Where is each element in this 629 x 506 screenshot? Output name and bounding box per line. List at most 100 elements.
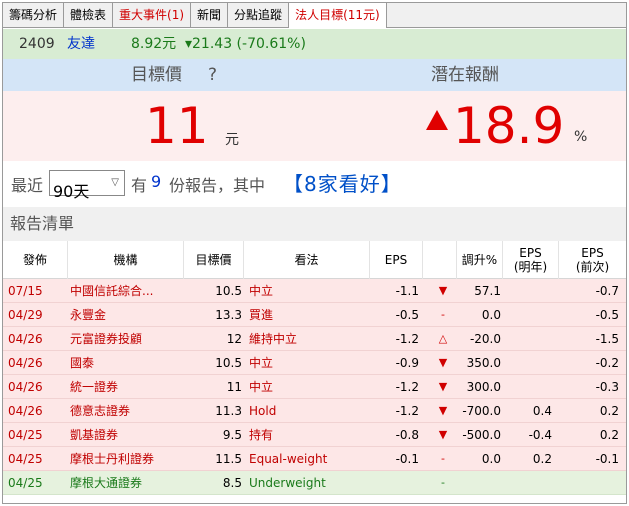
summary-values: 11 元 18.9 % <box>3 91 626 161</box>
period-selected-value: 90天 <box>53 182 90 201</box>
row-org[interactable]: 凱基證券 <box>70 423 182 447</box>
tab-institutional-target[interactable]: 法人目標(11元) <box>289 3 387 28</box>
row-view: Equal-weight <box>249 452 328 466</box>
row-adjust-pct: 0.0 <box>481 452 501 466</box>
row-date: 04/26 <box>8 356 43 370</box>
row-adjust-pct: 0.0 <box>481 308 501 322</box>
row-adjust-pct: 57.1 <box>474 284 501 298</box>
row-eps-prev: 0.2 <box>599 428 619 442</box>
row-eps-next <box>506 471 552 495</box>
row-date: 04/26 <box>8 380 43 394</box>
row-date: 04/26 <box>8 404 43 418</box>
col-eps[interactable]: EPS <box>370 241 423 279</box>
row-org[interactable]: 國泰 <box>70 351 182 375</box>
tab-branch-tracking[interactable]: 分點追蹤 <box>228 3 290 27</box>
row-eps-next <box>506 279 552 303</box>
row-adjust-pct: -700.0 <box>462 404 501 418</box>
row-target-price: 11.3 <box>215 404 242 418</box>
row-eps-prev: 0.2 <box>599 404 619 418</box>
table-row[interactable]: 04/26 德意志證券 11.3 Hold -1.2 ▼ -700.0 0.4 0.2 <box>3 399 626 423</box>
row-adjust-pct: 300.0 <box>466 380 501 394</box>
row-target-price: 11.5 <box>215 452 242 466</box>
bullish-count: 【8家看好】 <box>283 172 402 196</box>
row-org[interactable]: 摩根大通證券 <box>70 471 182 495</box>
row-org[interactable]: 德意志證券 <box>70 399 182 423</box>
row-adjust-pct <box>455 471 501 495</box>
row-eps: -0.8 <box>395 428 419 442</box>
help-icon[interactable]: ? <box>208 59 217 91</box>
table-row[interactable]: 04/26 國泰 10.5 中立 -0.9 ▼ 350.0 -0.2 <box>3 351 626 375</box>
tab-major-events[interactable]: 重大事件(1) <box>113 3 192 27</box>
tab-chip-analysis[interactable]: 籌碼分析 <box>3 3 65 27</box>
col-arrow <box>423 241 457 279</box>
table-row[interactable]: 04/26 統一證券 11 中立 -1.2 ▼ 300.0 -0.3 <box>3 375 626 399</box>
row-org[interactable]: 中國信託綜合... <box>70 279 182 303</box>
row-view: 買進 <box>249 308 274 322</box>
tab-bar: 籌碼分析 體檢表 重大事件(1) 新聞 分點追蹤 法人目標(11元) <box>3 3 626 28</box>
row-date: 04/25 <box>8 476 43 490</box>
potential-return-value: 18.9 <box>453 97 565 155</box>
row-org[interactable]: 摩根士丹利證券 <box>70 447 182 471</box>
tab-news[interactable]: 新聞 <box>191 3 229 27</box>
potential-return-unit: % <box>574 129 588 145</box>
table-row[interactable]: 04/25 凱基證券 9.5 持有 -0.8 ▼ -500.0 -0.4 0.2 <box>3 423 626 447</box>
table-header: 發佈 機構 目標價 看法 EPS 調升% EPS (明年) EPS (前次) <box>3 241 626 279</box>
report-list-title: 報告清單 <box>3 207 626 241</box>
row-date: 07/15 <box>8 284 43 298</box>
row-view: 中立 <box>249 380 274 394</box>
stock-price: 8.92元 <box>131 36 177 52</box>
table-row[interactable]: 04/29 永豐金 13.3 買進 -0.5-0.0 -0.5 <box>3 303 626 327</box>
row-target-price: 12 <box>226 332 242 346</box>
col-eps-prev[interactable]: EPS (前次) <box>559 241 626 279</box>
target-price-label: 目標價 <box>131 65 182 85</box>
row-target-price: 10.5 <box>215 356 242 370</box>
row-date: 04/25 <box>8 428 43 442</box>
stock-name-link[interactable]: 友達 <box>67 29 95 59</box>
stock-quote-bar: 2409 友達 8.92元 ▾21.43 (-70.61%) <box>3 29 626 59</box>
target-price-value: 11 <box>145 97 209 155</box>
row-eps-next: 0.4 <box>532 404 552 418</box>
period-prefix: 最近 <box>11 176 44 195</box>
row-eps: -1.1 <box>395 284 419 298</box>
row-org[interactable]: 統一證券 <box>70 375 182 399</box>
row-eps: -0.1 <box>395 452 419 466</box>
app-window: 籌碼分析 體檢表 重大事件(1) 新聞 分點追蹤 法人目標(11元) 2409 … <box>2 2 627 504</box>
row-eps-prev: -0.7 <box>595 284 619 298</box>
table-row[interactable]: 07/15 中國信託綜合... 10.5 中立 -1.1 ▼ 57.1 -0.7 <box>3 279 626 303</box>
potential-return-label: 潛在報酬 <box>431 65 499 85</box>
target-price-unit: 元 <box>225 132 239 148</box>
period-select[interactable]: 90天 ▽ <box>49 170 125 201</box>
row-eps-next <box>506 303 552 327</box>
report-table: 發佈 機構 目標價 看法 EPS 調升% EPS (明年) EPS (前次) 0… <box>3 241 626 495</box>
period-filter: 最近 90天 ▽ 有 9 份報告，其中 【8家看好】 <box>3 163 626 203</box>
chevron-down-icon: ▽ <box>111 177 119 188</box>
col-eps-next[interactable]: EPS (明年) <box>503 241 559 279</box>
row-target-price: 9.5 <box>222 428 242 442</box>
row-eps-prev: -0.3 <box>595 380 619 394</box>
row-view: 持有 <box>249 428 274 442</box>
row-view: 維持中立 <box>249 332 298 346</box>
row-target-price: 13.3 <box>215 308 242 322</box>
row-eps-next <box>506 375 552 399</box>
table-row[interactable]: 04/25 摩根大通證券 8.5 Underweight - <box>3 471 626 495</box>
row-eps: -1.2 <box>395 332 419 346</box>
row-eps-next <box>506 327 552 351</box>
row-date: 04/29 <box>8 308 43 322</box>
col-date[interactable]: 發佈 <box>3 241 68 279</box>
row-org[interactable]: 元富證券投顧 <box>70 327 182 351</box>
report-count: 9 <box>151 172 162 191</box>
col-target[interactable]: 目標價 <box>184 241 244 279</box>
row-eps: -1.2 <box>395 380 419 394</box>
row-org[interactable]: 永豐金 <box>70 303 182 327</box>
col-org[interactable]: 機構 <box>68 241 184 279</box>
tab-health-check[interactable]: 體檢表 <box>64 3 114 27</box>
period-middle-text: 有 <box>131 176 148 195</box>
table-row[interactable]: 04/26 元富證券投顧 12 維持中立 -1.2 △ -20.0 -1.5 <box>3 327 626 351</box>
col-adj[interactable]: 調升% <box>457 241 503 279</box>
row-view: Hold <box>249 404 277 418</box>
row-eps-next <box>506 351 552 375</box>
table-row[interactable]: 04/25 摩根士丹利證券 11.5 Equal-weight -0.1-0.0 0.2-… <box>3 447 626 471</box>
stock-code: 2409 <box>19 36 55 52</box>
row-date: 04/26 <box>8 332 43 346</box>
col-view[interactable]: 看法 <box>244 241 370 279</box>
